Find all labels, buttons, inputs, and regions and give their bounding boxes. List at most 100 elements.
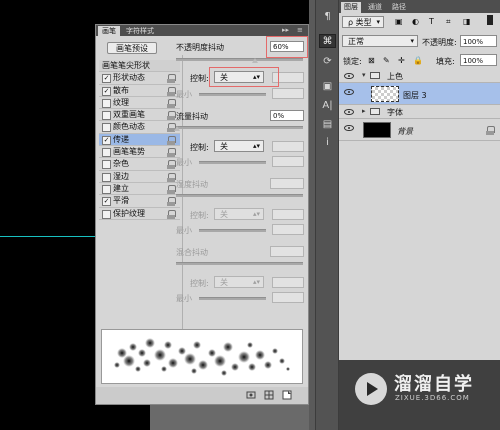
- list-item-protect-texture[interactable]: 保护纹理: [99, 208, 180, 220]
- adjustment-filter-icon[interactable]: ◐: [412, 17, 419, 26]
- flow-jitter-label: 流量抖动: [176, 112, 208, 121]
- list-item-scattering[interactable]: ✓ 散布: [99, 85, 180, 97]
- layer-group-coloring[interactable]: ▾ 上色: [339, 69, 500, 83]
- brush-tip-shape-item[interactable]: 画笔笔尖形状: [99, 60, 180, 73]
- canvas-area[interactable]: [0, 0, 95, 430]
- guide-line: [0, 236, 95, 237]
- list-item-brush-pose[interactable]: 画笔笔势: [99, 146, 180, 159]
- grid-icon[interactable]: [264, 390, 274, 400]
- watermark-url: ZIXUE.3D66.COM: [395, 394, 470, 402]
- checkbox[interactable]: [102, 209, 111, 219]
- tab-brush[interactable]: 画笔: [98, 26, 120, 36]
- lock-icon[interactable]: [167, 86, 176, 96]
- lock-icon[interactable]: [167, 135, 176, 145]
- checkbox[interactable]: [102, 184, 111, 194]
- list-item-noise[interactable]: 杂色: [99, 158, 180, 171]
- layer-group-text[interactable]: ▸ 字体: [339, 105, 500, 119]
- checkbox[interactable]: [102, 111, 111, 121]
- lock-icon[interactable]: [167, 111, 176, 121]
- lock-icon[interactable]: [167, 209, 176, 219]
- mix-minimum-input: [272, 292, 304, 303]
- checkbox[interactable]: [102, 172, 111, 182]
- smart-object-filter-icon[interactable]: ◨: [463, 17, 471, 26]
- layer-comps-icon[interactable]: ▣: [319, 80, 336, 94]
- tab-channels[interactable]: 通道: [365, 2, 385, 13]
- list-item-build-up[interactable]: 建立: [99, 183, 180, 196]
- new-brush-icon[interactable]: [282, 390, 292, 400]
- flow-minimum-input: [272, 156, 304, 167]
- toggle-preview-icon[interactable]: [246, 390, 256, 400]
- collapse-icon[interactable]: ▸▸: [282, 25, 289, 36]
- lock-icon[interactable]: [167, 98, 176, 108]
- shape-filter-icon[interactable]: ⌗: [446, 17, 451, 27]
- layer-row-background[interactable]: 背景: [339, 119, 500, 141]
- blend-mode-dropdown[interactable]: 正常 ▾: [342, 35, 418, 47]
- lock-icon[interactable]: [167, 74, 176, 84]
- character-icon[interactable]: A|: [319, 99, 336, 113]
- lock-icon[interactable]: [167, 172, 176, 182]
- list-item-label: 湿边: [113, 171, 129, 181]
- list-item-smoothing[interactable]: ✓ 平滑: [99, 195, 180, 208]
- lock-icon[interactable]: [167, 148, 176, 158]
- list-item-transfer[interactable]: ✓ 传递: [99, 133, 180, 147]
- type-filter-icon[interactable]: T: [429, 17, 434, 26]
- lock-icon[interactable]: [167, 197, 176, 207]
- list-item-color-dynamics[interactable]: 颜色动态: [99, 121, 180, 134]
- opacity-jitter-slider[interactable]: [176, 58, 303, 61]
- visibility-eye-icon[interactable]: [344, 125, 354, 131]
- checkbox[interactable]: [102, 148, 111, 158]
- info-icon[interactable]: i: [319, 136, 336, 150]
- layer-filter-dropdown[interactable]: ρ 类型 ▾: [342, 16, 384, 28]
- pixel-filter-icon[interactable]: ▣: [395, 17, 403, 26]
- dropdown-value: 关: [220, 278, 228, 287]
- brush-panel: 画笔 字符样式 ▸▸ ≡ 画笔预设 画笔笔尖形状 ✓ 形状动态 ✓ 散布 纹理 …: [95, 24, 309, 405]
- checkbox[interactable]: ✓: [102, 74, 111, 84]
- tab-layers[interactable]: 图层: [341, 2, 361, 13]
- lock-position-icon[interactable]: ✛: [398, 56, 405, 65]
- checkbox[interactable]: ✓: [102, 135, 111, 145]
- checkbox[interactable]: ✓: [102, 197, 111, 207]
- panel-menu-icon[interactable]: ≡: [297, 25, 303, 36]
- folder-icon: [370, 72, 380, 79]
- clone-source-icon[interactable]: ⟳: [319, 55, 336, 69]
- lock-image-icon[interactable]: ✎: [383, 56, 390, 65]
- slider-knob[interactable]: [174, 126, 180, 131]
- fill-input[interactable]: 100%: [460, 54, 497, 66]
- checkbox[interactable]: [102, 123, 111, 133]
- brush-presets-button[interactable]: 画笔预设: [107, 42, 157, 54]
- collapse-arrow-icon[interactable]: ▸: [362, 107, 366, 115]
- lock-icon[interactable]: [167, 160, 176, 170]
- lock-transparent-icon[interactable]: ⊠: [368, 56, 375, 65]
- list-item-wet-edges[interactable]: 湿边: [99, 171, 180, 183]
- visibility-eye-icon[interactable]: [344, 109, 354, 115]
- list-item-dual-brush[interactable]: 双重画笔: [99, 109, 180, 122]
- filter-toggle-icon[interactable]: [487, 15, 493, 25]
- tab-paths[interactable]: 路径: [389, 2, 409, 13]
- mix-jitter-slider: [176, 262, 303, 265]
- flow-control-dropdown[interactable]: 关 ▴▾: [214, 140, 264, 152]
- layer-row-layer3[interactable]: 图层 3: [339, 83, 500, 105]
- flow-minimum-slider[interactable]: [199, 161, 266, 164]
- flow-jitter-slider[interactable]: [176, 126, 303, 129]
- checkbox[interactable]: ✓: [102, 86, 111, 96]
- list-item-label: 双重画笔: [113, 110, 145, 120]
- tab-character-style[interactable]: 字符样式: [122, 26, 158, 36]
- list-item-shape-dynamics[interactable]: ✓ 形状动态: [99, 72, 180, 85]
- flow-jitter-input[interactable]: 0%: [270, 110, 304, 121]
- visibility-eye-icon[interactable]: [344, 73, 354, 79]
- paragraph-icon[interactable]: ¶: [319, 10, 336, 24]
- checkbox[interactable]: [102, 98, 111, 108]
- visibility-eye-icon[interactable]: [344, 89, 354, 95]
- opacity-input[interactable]: 100%: [460, 35, 497, 47]
- brush-panel-icon[interactable]: ⌘: [319, 34, 336, 48]
- control-label: 控制:: [190, 279, 209, 288]
- expand-arrow-icon[interactable]: ▾: [362, 71, 366, 79]
- checkbox[interactable]: [102, 160, 111, 170]
- minimum-slider[interactable]: [199, 93, 266, 96]
- lock-icon[interactable]: [167, 184, 176, 194]
- lock-all-icon[interactable]: 🔒: [413, 56, 423, 65]
- notes-icon[interactable]: ▤: [319, 118, 336, 132]
- list-item-texture[interactable]: 纹理: [99, 97, 180, 110]
- minimum-label: 最小: [176, 158, 192, 167]
- slider-knob[interactable]: [252, 58, 258, 63]
